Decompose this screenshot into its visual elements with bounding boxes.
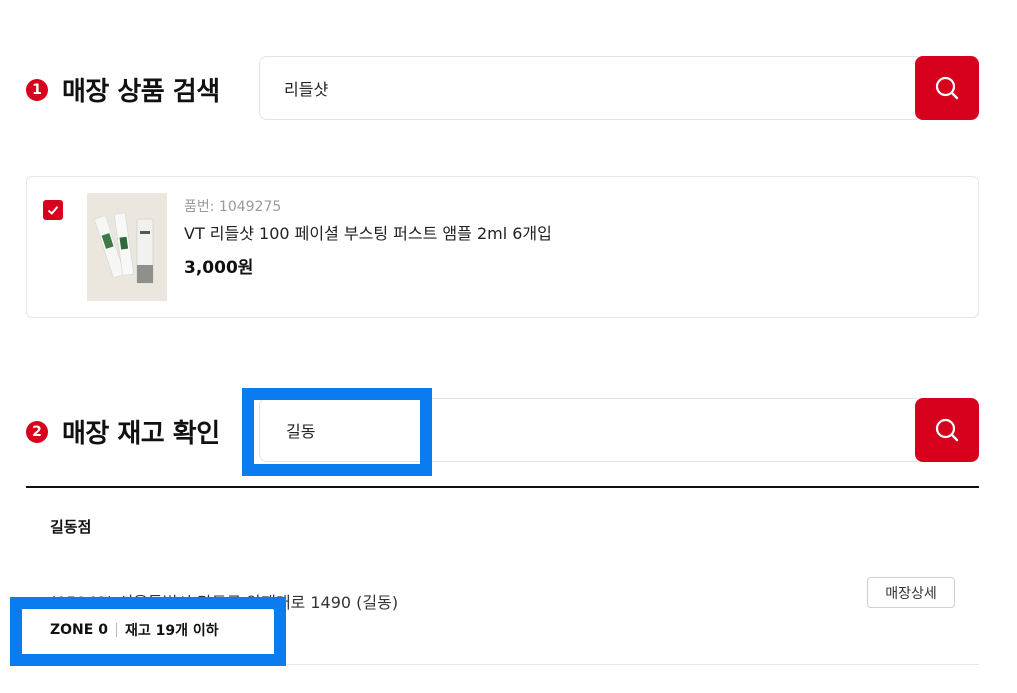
product-search-input[interactable] — [260, 57, 917, 119]
product-search-button[interactable] — [915, 56, 979, 120]
product-name: VT 리들샷 100 페이셜 부스팅 퍼스트 앰플 2ml 6개입 — [184, 224, 552, 243]
product-search-field[interactable] — [259, 56, 917, 120]
product-image — [87, 193, 167, 301]
step-number-2: 2 — [26, 421, 48, 443]
section-title-store-stock-check: 매장 재고 확인 — [62, 419, 220, 449]
product-checkbox[interactable] — [43, 200, 63, 220]
highlight-frame-store-search — [242, 388, 432, 476]
search-icon — [935, 76, 959, 100]
product-thumbnail — [87, 193, 167, 301]
results-divider — [26, 486, 979, 488]
step-number-1: 1 — [26, 79, 48, 101]
product-price: 3,000원 — [184, 258, 254, 278]
product-card[interactable]: 품번: 1049275 VT 리들샷 100 페이셜 부스팅 퍼스트 앰플 2m… — [26, 176, 979, 318]
checkmark-icon — [47, 206, 59, 215]
search-icon — [935, 418, 959, 442]
store-detail-button[interactable]: 매장상세 — [867, 577, 955, 608]
store-name: 길동점 — [50, 518, 92, 536]
section-title-store-product-search: 매장 상품 검색 — [62, 77, 220, 107]
highlight-frame-zone-stock — [10, 597, 286, 666]
store-search-button[interactable] — [915, 398, 979, 462]
product-item-number: 품번: 1049275 — [184, 199, 282, 215]
